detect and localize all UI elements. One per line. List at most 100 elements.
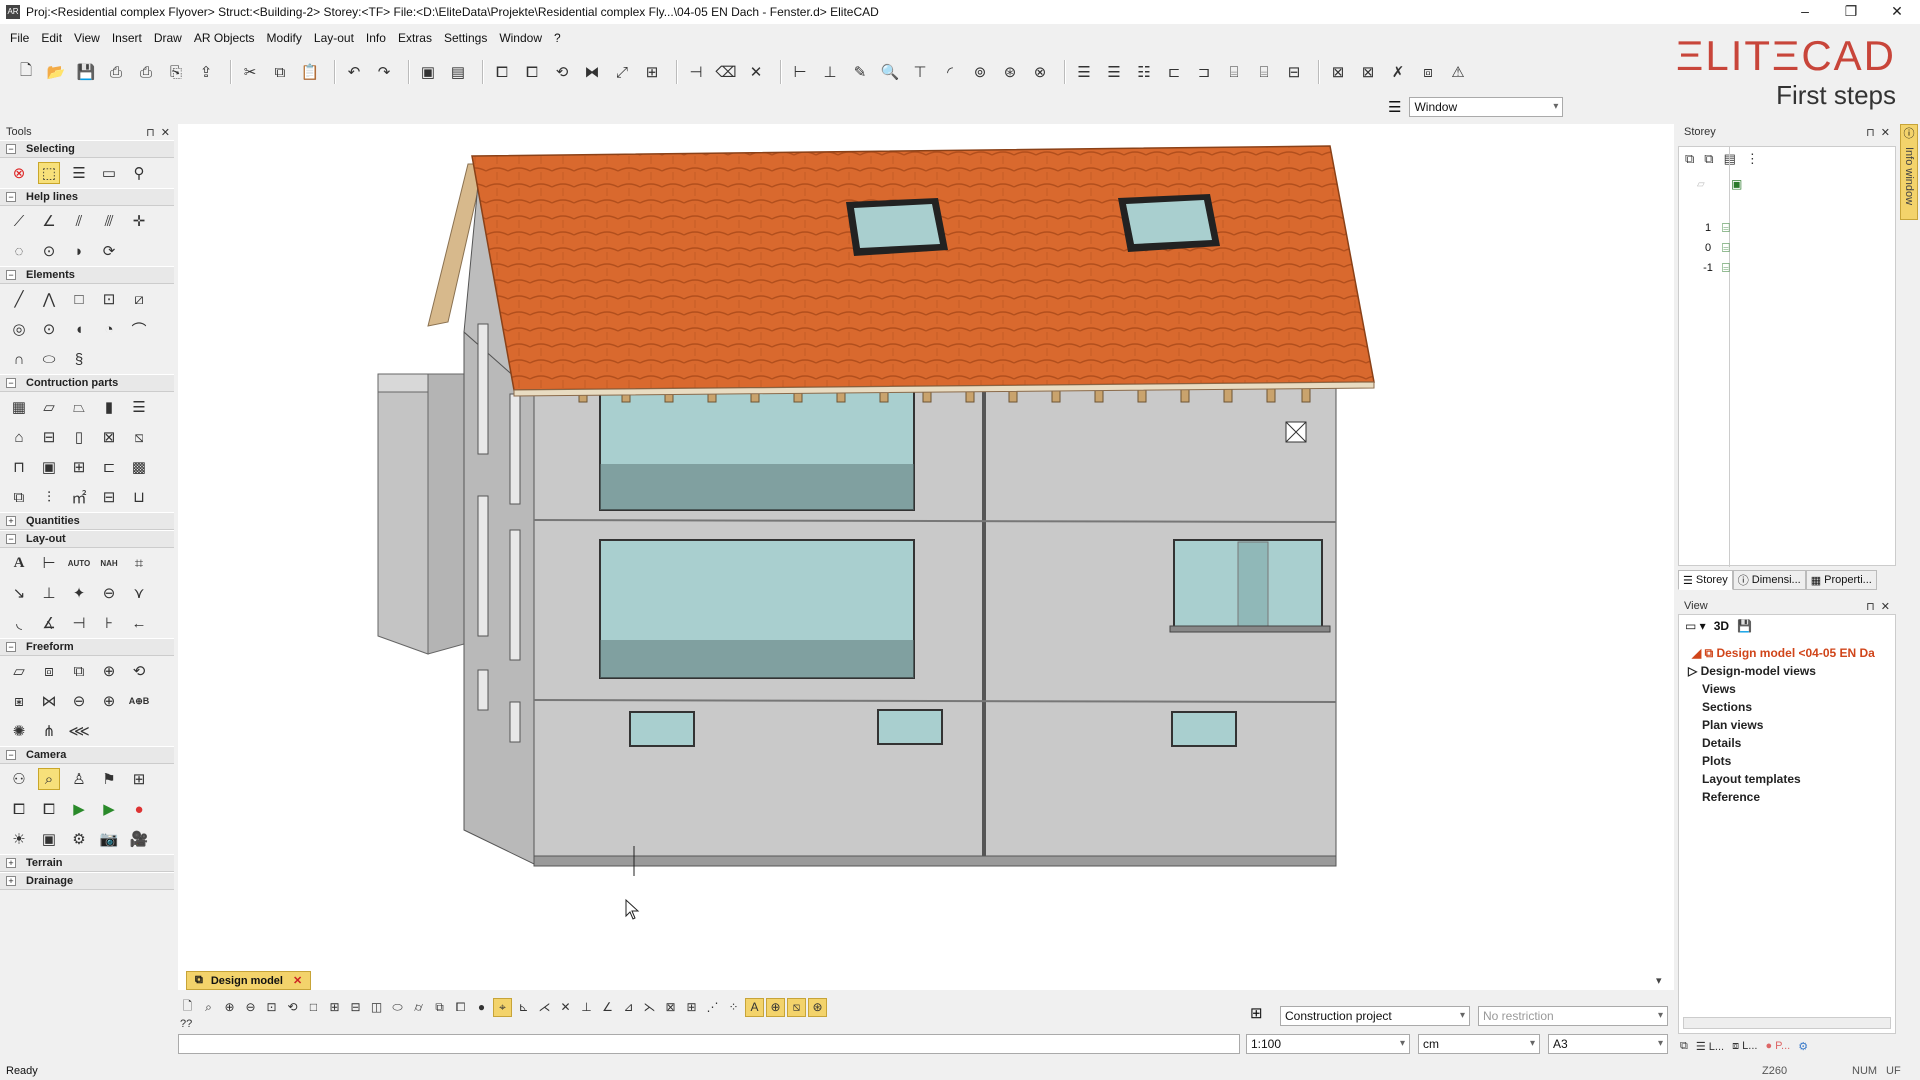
door-part-icon[interactable]: ▯ bbox=[68, 426, 90, 448]
section-layout[interactable]: − Lay-out bbox=[0, 530, 174, 548]
panel-list-icon[interactable]: ☰ L... bbox=[1696, 1040, 1724, 1053]
snap-dots-icon[interactable]: ⁘ bbox=[724, 998, 743, 1017]
box-icon[interactable]: ⧉ bbox=[68, 660, 90, 682]
skylight-icon[interactable]: ⧅ bbox=[128, 426, 150, 448]
open-folder-icon[interactable]: 📂 bbox=[44, 60, 68, 84]
tree-plots[interactable]: Plots bbox=[1702, 754, 1731, 768]
tab-list-arrow-icon[interactable]: ▾ bbox=[1656, 974, 1662, 987]
boolean-union-icon[interactable]: ⊕ bbox=[98, 690, 120, 712]
deselect-icon[interactable]: ⊗ bbox=[8, 162, 30, 184]
text-icon[interactable]: A bbox=[8, 552, 30, 574]
column-icon[interactable]: ▮ bbox=[98, 396, 120, 418]
extrude-icon[interactable]: ⧈ bbox=[38, 660, 60, 682]
deform-icon[interactable]: ⋘ bbox=[68, 720, 90, 742]
pin-icon[interactable]: ⊓ bbox=[146, 127, 155, 139]
storey-tree-icon[interactable]: ⋮ bbox=[1746, 151, 1759, 167]
zoom-camera-icon[interactable]: ⌕ bbox=[38, 768, 60, 790]
new-file-icon[interactable]: 🗋 bbox=[14, 60, 38, 84]
frame-icon[interactable]: ⊏ bbox=[98, 456, 120, 478]
zoom-all-icon[interactable]: ⊡ bbox=[262, 998, 281, 1017]
restriction-dropdown[interactable]: No restriction bbox=[1478, 1006, 1668, 1026]
eraser-icon[interactable]: ⌫ bbox=[714, 60, 738, 84]
storey-stairs-icon[interactable]: ⌸ bbox=[1722, 240, 1730, 256]
menu-view[interactable]: View bbox=[74, 31, 100, 45]
revolve-icon[interactable]: ⟲ bbox=[128, 660, 150, 682]
stairs-edit-icon[interactable]: ⌸ bbox=[1252, 60, 1276, 84]
menu-ar-objects[interactable]: AR Objects bbox=[194, 31, 255, 45]
maximize-button[interactable]: ❐ bbox=[1828, 0, 1874, 24]
section-camera[interactable]: − Camera bbox=[0, 746, 174, 764]
section-freeform[interactable]: − Freeform bbox=[0, 638, 174, 656]
measure-icon[interactable]: ⊤ bbox=[908, 60, 932, 84]
section-help-lines[interactable]: − Help lines bbox=[0, 188, 174, 206]
tab-close-icon[interactable]: ✕ bbox=[293, 974, 302, 987]
snap-perpendicular-icon[interactable]: ⊥ bbox=[577, 998, 596, 1017]
slab-icon[interactable]: ⊟ bbox=[1282, 60, 1306, 84]
tab-design-model[interactable]: ⧉ Design model ✕ bbox=[186, 971, 312, 990]
tree-sections[interactable]: Sections bbox=[1702, 700, 1752, 714]
space-icon[interactable]: ⊔ bbox=[128, 486, 150, 508]
storey-all-icon[interactable]: ☷ bbox=[1132, 60, 1156, 84]
boolean-ab-icon[interactable]: A⊕B bbox=[128, 690, 150, 712]
view-layout-icon[interactable]: ⊞ bbox=[325, 998, 344, 1017]
circle-center-icon[interactable]: ⊙ bbox=[38, 318, 60, 340]
boolean-subtract-icon[interactable]: ⊖ bbox=[68, 690, 90, 712]
height-mark-icon[interactable]: ✦ bbox=[68, 582, 90, 604]
layers-icon[interactable]: ⧈ bbox=[1416, 60, 1440, 84]
dimension-chain-icon[interactable]: ⊢ bbox=[38, 552, 60, 574]
zoom-in-icon[interactable]: ⊕ bbox=[220, 998, 239, 1017]
help-center-icon[interactable]: ⊙ bbox=[38, 240, 60, 262]
sphere-icon[interactable]: ⊕ bbox=[98, 660, 120, 682]
view-plan-icon[interactable]: □ bbox=[304, 998, 323, 1017]
select-filter-icon[interactable]: ⚲ bbox=[128, 162, 150, 184]
dimension-frame-icon[interactable]: ⌗ bbox=[128, 552, 150, 574]
view-top-icon[interactable]: ⬭ bbox=[388, 998, 407, 1017]
roof-icon[interactable]: ⌂ bbox=[8, 426, 30, 448]
object-icon[interactable]: ▩ bbox=[128, 456, 150, 478]
copy-element-icon[interactable]: ⧠ bbox=[490, 60, 514, 84]
snap-free-icon[interactable]: ⋰ bbox=[703, 998, 722, 1017]
snap-angle-icon[interactable]: ∠ bbox=[598, 998, 617, 1017]
snap-tangent-icon[interactable]: ⊿ bbox=[619, 998, 638, 1017]
stair-run-icon[interactable]: ⫶ bbox=[38, 486, 60, 508]
unit-dropdown[interactable]: cm bbox=[1418, 1034, 1540, 1054]
tree-design-model-views[interactable]: ▷ Design-model views bbox=[1688, 664, 1816, 678]
window-part-icon[interactable]: ⊟ bbox=[38, 426, 60, 448]
auto-dimension-icon[interactable]: AUTO bbox=[68, 552, 91, 574]
storey-stairs-icon[interactable]: ⌸ bbox=[1722, 220, 1730, 236]
paper-size-dropdown[interactable]: A3 bbox=[1548, 1034, 1668, 1054]
view-dropdown[interactable]: Window bbox=[1409, 97, 1564, 117]
help-tangent-icon[interactable]: ⟳ bbox=[98, 240, 120, 262]
camera-path-icon[interactable]: ⧠ bbox=[8, 798, 30, 820]
render-settings-icon[interactable]: ⚙ bbox=[68, 828, 90, 850]
pin-icon[interactable]: ⊓ bbox=[1866, 127, 1875, 139]
dimension-icon[interactable]: ⊢ bbox=[788, 60, 812, 84]
snap-point-icon[interactable]: ⊾ bbox=[514, 998, 533, 1017]
bezier-icon[interactable]: § bbox=[68, 348, 90, 370]
tree-plan-views[interactable]: Plan views bbox=[1702, 718, 1763, 732]
snap-grid-icon[interactable]: ⊠ bbox=[661, 998, 680, 1017]
leader-icon[interactable]: ↘ bbox=[8, 582, 30, 604]
rotate-element-icon[interactable]: ⟲ bbox=[550, 60, 574, 84]
view-box-icon[interactable]: ⧉ bbox=[430, 998, 449, 1017]
circle-icon[interactable]: ◎ bbox=[8, 318, 30, 340]
room-stamp-icon[interactable]: ⊟ bbox=[98, 486, 120, 508]
view-3d-label[interactable]: 3D bbox=[1714, 619, 1729, 633]
snap-raster-icon[interactable]: ⊞ bbox=[682, 998, 701, 1017]
panel-layers-icon[interactable]: ⧉ bbox=[1680, 1040, 1688, 1053]
select-window-icon[interactable]: ▭ bbox=[98, 162, 120, 184]
tree-reference[interactable]: Reference bbox=[1702, 790, 1760, 804]
photo-icon[interactable]: 📷 bbox=[98, 828, 120, 850]
help-line-icon[interactable]: ⟋ bbox=[8, 210, 30, 232]
minimize-button[interactable]: – bbox=[1782, 0, 1828, 24]
save-icon[interactable]: 💾 bbox=[74, 60, 98, 84]
render-image-icon[interactable]: ▣ bbox=[38, 828, 60, 850]
hatch-icon[interactable]: ⧄ bbox=[128, 288, 150, 310]
menu-layout[interactable]: Lay-out bbox=[314, 31, 354, 45]
help-line-multi-icon[interactable]: ⫻ bbox=[98, 210, 120, 232]
ramp-icon[interactable]: ⧉ bbox=[8, 486, 30, 508]
storey-new-icon[interactable]: ⧉ bbox=[1685, 151, 1694, 167]
project-filter-icon[interactable]: ⊞ bbox=[1250, 1004, 1263, 1022]
view-elevation-icon[interactable]: ⊟ bbox=[346, 998, 365, 1017]
pick-icon[interactable]: ✎ bbox=[848, 60, 872, 84]
